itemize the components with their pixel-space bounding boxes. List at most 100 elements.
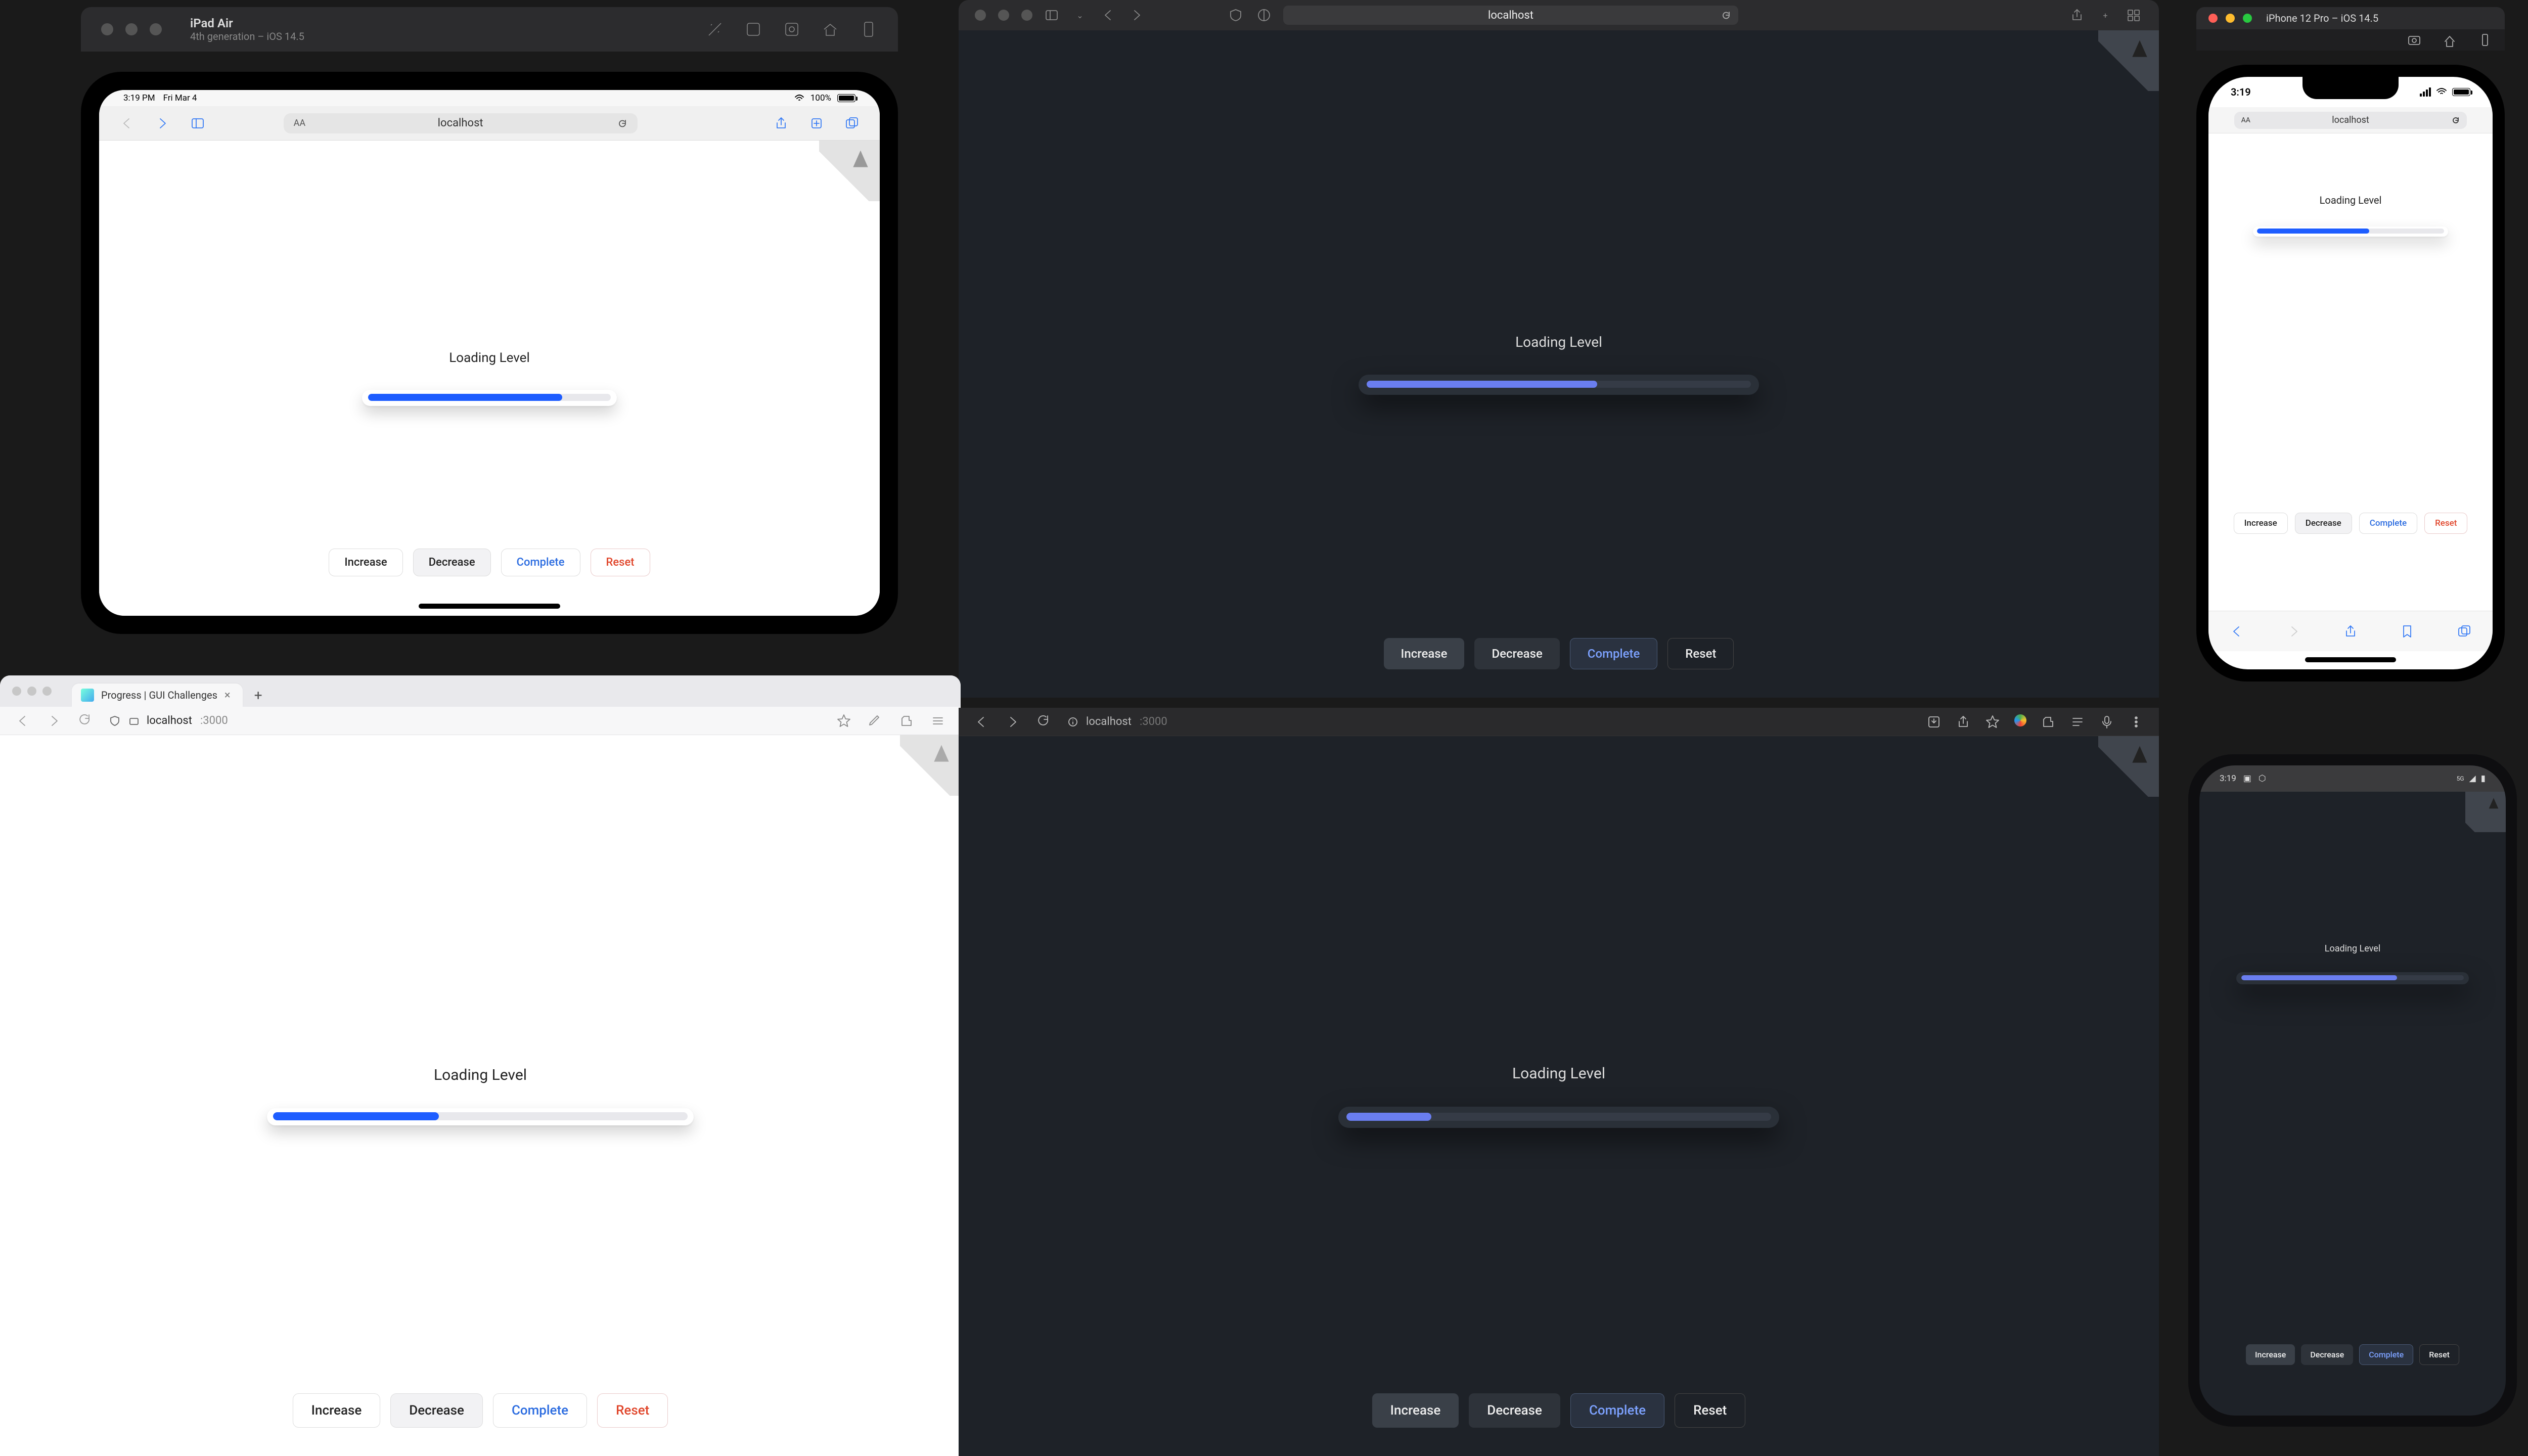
decrease-button[interactable]: Decrease	[2295, 513, 2352, 534]
decrease-button[interactable]: Decrease	[413, 549, 491, 576]
close-window-button[interactable]	[12, 687, 21, 696]
sidebar-icon[interactable]	[1043, 6, 1061, 24]
forward-button[interactable]	[155, 116, 170, 131]
reload-icon[interactable]	[78, 713, 93, 729]
wand-icon[interactable]	[706, 20, 724, 38]
new-tab-icon[interactable]	[809, 116, 824, 131]
back-button[interactable]	[15, 713, 30, 729]
complete-button[interactable]: Complete	[493, 1393, 587, 1428]
zoom-window-button[interactable]	[42, 687, 52, 696]
star-icon[interactable]	[1985, 714, 2000, 730]
rotate-icon[interactable]	[2477, 32, 2493, 48]
menu-icon[interactable]	[930, 713, 945, 729]
url-field[interactable]: AA localhost	[2234, 112, 2467, 129]
decrease-button[interactable]: Decrease	[1474, 638, 1559, 669]
zoom-window-button[interactable]	[2243, 14, 2252, 23]
minimize-window-button[interactable]	[125, 23, 138, 35]
forward-button[interactable]	[2286, 624, 2301, 639]
reset-button[interactable]: Reset	[2424, 513, 2467, 534]
zoom-window-button[interactable]	[1021, 10, 1032, 21]
complete-button[interactable]: Complete	[501, 549, 580, 576]
tabs-icon[interactable]	[844, 116, 860, 131]
profile-icon[interactable]	[2014, 714, 2026, 726]
reader-button[interactable]: AA	[294, 118, 305, 128]
new-tab-button[interactable]: +	[249, 686, 268, 705]
install-icon[interactable]	[1926, 714, 1942, 730]
record-icon[interactable]	[783, 20, 801, 38]
menu-icon[interactable]	[2129, 714, 2144, 730]
extension-icon[interactable]	[899, 713, 914, 729]
reload-icon[interactable]	[617, 118, 627, 128]
decrease-button[interactable]: Decrease	[2301, 1344, 2353, 1365]
reset-button[interactable]: Reset	[1675, 1393, 1745, 1428]
reload-icon[interactable]	[2452, 116, 2460, 124]
visbug-badge[interactable]	[2465, 792, 2506, 832]
chevron-down-icon[interactable]: ⌄	[1071, 6, 1089, 24]
back-button[interactable]	[974, 714, 989, 730]
increase-button[interactable]: Increase	[329, 549, 402, 576]
reload-icon[interactable]	[1036, 714, 1052, 730]
contrast-icon[interactable]	[1255, 6, 1273, 24]
close-window-button[interactable]	[2208, 14, 2218, 23]
eyedropper-icon[interactable]	[868, 713, 883, 729]
address-field[interactable]: localhost:3000	[1068, 715, 1910, 728]
minimize-window-button[interactable]	[2226, 14, 2235, 23]
increase-button[interactable]: Increase	[2234, 513, 2288, 534]
reload-icon[interactable]	[1721, 10, 1731, 20]
home-icon[interactable]	[821, 20, 839, 38]
close-tab-icon[interactable]: ×	[224, 689, 231, 702]
share-icon[interactable]	[1956, 714, 1971, 730]
reading-list-icon[interactable]	[2070, 714, 2085, 730]
rotate-icon[interactable]	[860, 20, 878, 38]
decrease-button[interactable]: Decrease	[1469, 1393, 1560, 1428]
url-field[interactable]: localhost	[1283, 6, 1738, 25]
reset-button[interactable]: Reset	[597, 1393, 668, 1428]
sidebar-icon[interactable]	[190, 116, 205, 131]
visbug-badge[interactable]	[819, 141, 880, 201]
increase-button[interactable]: Increase	[1384, 638, 1465, 669]
screenshot-icon[interactable]	[2407, 32, 2422, 48]
share-icon[interactable]	[2068, 6, 2086, 24]
visbug-badge[interactable]	[2098, 736, 2159, 797]
forward-button[interactable]	[1127, 6, 1146, 24]
mic-icon[interactable]	[2099, 714, 2114, 730]
complete-button[interactable]: Complete	[1570, 1393, 1664, 1428]
screenshot-icon[interactable]	[744, 20, 762, 38]
tabs-icon[interactable]	[2457, 624, 2472, 639]
info-icon[interactable]	[1068, 717, 1078, 727]
home-icon[interactable]	[2442, 32, 2457, 48]
reset-button[interactable]: Reset	[2419, 1344, 2459, 1365]
minimize-window-button[interactable]	[998, 10, 1009, 21]
increase-button[interactable]: Increase	[1372, 1393, 1459, 1428]
star-icon[interactable]	[836, 713, 851, 729]
visbug-badge[interactable]	[2098, 30, 2159, 91]
minimize-window-button[interactable]	[27, 687, 36, 696]
visbug-badge[interactable]	[900, 735, 961, 796]
shield-icon[interactable]	[1227, 6, 1245, 24]
back-button[interactable]	[1099, 6, 1117, 24]
tabs-icon[interactable]	[2125, 6, 2143, 24]
reset-button[interactable]: Reset	[591, 549, 650, 576]
decrease-button[interactable]: Decrease	[390, 1393, 483, 1428]
share-icon[interactable]	[774, 116, 789, 131]
reset-button[interactable]: Reset	[1667, 638, 1734, 669]
info-icon[interactable]	[128, 716, 139, 726]
forward-button[interactable]	[47, 713, 62, 729]
increase-button[interactable]: Increase	[2246, 1344, 2295, 1365]
shield-icon[interactable]	[109, 715, 120, 726]
browser-tab[interactable]: Progress | GUI Challenges ×	[72, 684, 243, 707]
share-icon[interactable]	[2343, 624, 2358, 639]
back-button[interactable]	[2229, 624, 2244, 639]
back-button[interactable]	[119, 116, 134, 131]
address-field[interactable]: localhost:3000	[109, 714, 820, 727]
complete-button[interactable]: Complete	[2359, 1344, 2413, 1365]
url-field[interactable]: AA localhost	[284, 113, 638, 133]
increase-button[interactable]: Increase	[293, 1393, 381, 1428]
close-window-button[interactable]	[975, 10, 986, 21]
forward-button[interactable]	[1005, 714, 1020, 730]
new-tab-icon[interactable]: +	[2096, 6, 2114, 24]
complete-button[interactable]: Complete	[1570, 638, 1658, 669]
close-window-button[interactable]	[101, 23, 113, 35]
complete-button[interactable]: Complete	[2359, 513, 2417, 534]
extensions-icon[interactable]	[2041, 714, 2056, 730]
